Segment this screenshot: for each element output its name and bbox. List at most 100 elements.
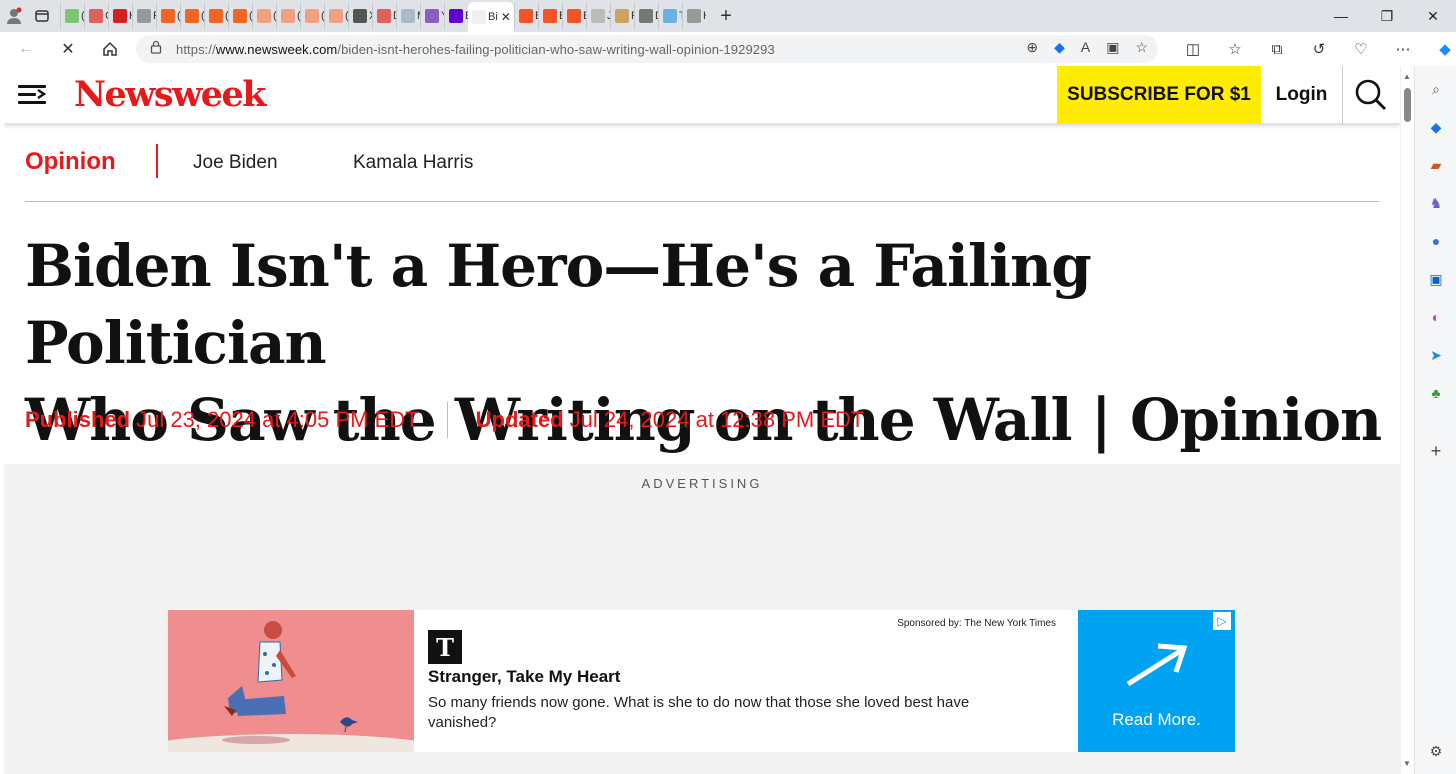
browser-tab[interactable]: Bi — [444, 3, 468, 29]
zoom-icon[interactable]: ⊕ — [1026, 39, 1038, 56]
sidebar-shopping-icon[interactable]: ◆ — [1427, 118, 1445, 136]
subscribe-button[interactable]: SUBSCRIBE FOR $1 — [1057, 66, 1261, 124]
profile-icon[interactable] — [0, 2, 28, 30]
tab-favicon-icon — [663, 9, 677, 23]
copilot-icon[interactable]: ◆ — [1424, 34, 1456, 64]
tab-actions-icon[interactable] — [28, 2, 56, 30]
tab-favicon-icon — [353, 9, 367, 23]
close-window-icon[interactable]: ✕ — [1410, 0, 1456, 32]
tab-favicon-icon — [519, 9, 533, 23]
restore-icon[interactable]: ❐ — [1364, 0, 1410, 32]
immersive-reader-icon[interactable]: ▣ — [1106, 39, 1119, 56]
search-icon[interactable] — [1354, 78, 1388, 112]
browser-tab[interactable]: (1( — [324, 3, 348, 29]
more-menu-icon[interactable]: ⋯ — [1382, 34, 1424, 64]
stop-icon[interactable]: ✕ — [50, 34, 86, 64]
tab-favicon-icon — [472, 10, 486, 24]
browser-tab[interactable]: Bi — [562, 3, 586, 29]
browser-tab[interactable]: (4: — [60, 3, 84, 29]
split-screen-icon[interactable]: ◫ — [1172, 34, 1214, 64]
browser-tab[interactable]: Bi — [538, 3, 562, 29]
sidebar-outlook-icon[interactable]: ▣ — [1427, 270, 1445, 288]
tab-favicon-icon — [209, 9, 223, 23]
browser-tab[interactable]: Hc — [682, 3, 706, 29]
browser-tab[interactable]: (1( — [300, 3, 324, 29]
back-icon[interactable]: ← — [8, 34, 44, 64]
browser-tab[interactable]: (1( — [204, 3, 228, 29]
tab-favicon-icon — [161, 9, 175, 23]
browser-tab-active[interactable]: Bi ✕ — [468, 2, 514, 32]
tab-favicon-icon — [89, 9, 103, 23]
menu-icon[interactable] — [18, 84, 48, 106]
updated-label: Updated — [475, 407, 564, 432]
home-icon[interactable] — [92, 34, 128, 64]
tab-label: Hc — [703, 10, 706, 22]
sidebar-search-icon[interactable]: ⌕ — [1427, 80, 1445, 98]
browser-tab[interactable]: Bi — [514, 3, 538, 29]
section-opinion-link[interactable]: Opinion — [25, 148, 116, 176]
ad-choices-icon[interactable]: ▷ — [1213, 612, 1231, 630]
history-icon[interactable]: ↺ — [1298, 34, 1340, 64]
read-aloud-icon[interactable]: A — [1081, 39, 1090, 56]
ad-illustration[interactable] — [168, 610, 414, 752]
page-scrollbar[interactable]: ▲ ▼ — [1400, 66, 1414, 774]
tab-favicon-icon — [543, 9, 557, 23]
browser-tab[interactable]: (1( — [156, 3, 180, 29]
ad-body[interactable]: Sponsored by: The New York Times T Stran… — [414, 610, 1078, 752]
browser-tab[interactable]: Dc — [372, 3, 396, 29]
url-text[interactable]: https://www.newsweek.com/biden-isnt-hero… — [176, 42, 775, 57]
advertising-label: ADVERTISING — [641, 476, 763, 491]
section-link-joe-biden[interactable]: Joe Biden — [193, 152, 278, 174]
scroll-up-icon[interactable]: ▲ — [1403, 72, 1411, 81]
updated-date: Jul 24, 2024 at 12:38 PM EDT — [569, 407, 865, 432]
login-button[interactable]: Login — [1261, 66, 1343, 124]
section-link-kamala-harris[interactable]: Kamala Harris — [353, 152, 473, 174]
ad-read-more-button[interactable]: Read More. ▷ — [1078, 610, 1235, 752]
sidebar-tools-icon[interactable]: ▰ — [1427, 156, 1445, 174]
site-header: Newsweek SUBSCRIBE FOR $1 Login — [4, 66, 1400, 124]
tab-favicon-icon — [233, 9, 247, 23]
favorite-star-icon[interactable]: ☆ — [1135, 39, 1148, 56]
new-tab-icon[interactable]: + — [712, 2, 740, 30]
newsweek-logo[interactable]: Newsweek — [74, 74, 267, 115]
advertising-area: ADVERTISING Sponsored by: The New York T… — [4, 464, 1400, 774]
sidebar-games-icon[interactable]: ♞ — [1427, 194, 1445, 212]
browser-tab[interactable]: Hc — [108, 3, 132, 29]
favorites-icon[interactable]: ☆ — [1214, 34, 1256, 64]
browser-tab[interactable]: (1( — [276, 3, 300, 29]
sidebar-tree-icon[interactable]: ♣ — [1427, 384, 1445, 402]
browser-tab[interactable]: (1( — [228, 3, 252, 29]
sidebar-settings-icon[interactable]: ⚙ — [1427, 742, 1445, 760]
date-separator — [446, 402, 448, 438]
scroll-down-icon[interactable]: ▼ — [1403, 759, 1411, 768]
sidebar-telegram-icon[interactable]: ➤ — [1427, 346, 1445, 364]
minimize-icon[interactable]: — — [1318, 0, 1364, 32]
ad-title[interactable]: Stranger, Take My Heart — [428, 667, 1064, 687]
extensions-icon[interactable]: ♡ — [1340, 34, 1382, 64]
tab-favicon-icon — [377, 9, 391, 23]
lock-icon[interactable] — [150, 40, 162, 59]
tab-favicon-icon — [425, 9, 439, 23]
browser-tab[interactable]: M — [396, 3, 420, 29]
sponsored-ad[interactable]: Sponsored by: The New York Times T Stran… — [168, 610, 1235, 752]
browser-tab[interactable]: Ca — [84, 3, 108, 29]
browser-tab[interactable]: DF — [634, 3, 658, 29]
address-bar[interactable]: https://www.newsweek.com/biden-isnt-hero… — [136, 35, 1158, 63]
scroll-thumb[interactable] — [1404, 88, 1411, 122]
browser-tab[interactable]: (1( — [180, 3, 204, 29]
browser-tab[interactable]: (1( — [252, 3, 276, 29]
collections-icon[interactable]: ⧉ — [1256, 34, 1298, 64]
browser-tab[interactable]: X — [348, 3, 372, 29]
browser-tab[interactable]: FD — [132, 3, 156, 29]
browser-tab[interactable]: Tis — [658, 3, 682, 29]
tab-close-icon[interactable]: ✕ — [501, 10, 511, 24]
browser-tab[interactable]: Ya — [420, 3, 444, 29]
browser-tab[interactable]: Jo — [586, 3, 610, 29]
ad-read-more-label[interactable]: Read More. — [1078, 710, 1235, 730]
browser-tab[interactable]: Fr — [610, 3, 634, 29]
sidebar-add-icon[interactable]: + — [1427, 441, 1445, 461]
sidebar-designer-icon[interactable]: ◐ — [1427, 308, 1445, 326]
tab-favicon-icon — [281, 9, 295, 23]
sidebar-copilot-icon[interactable]: ● — [1427, 232, 1445, 250]
coupon-tag-icon[interactable]: ◆ — [1054, 39, 1065, 56]
